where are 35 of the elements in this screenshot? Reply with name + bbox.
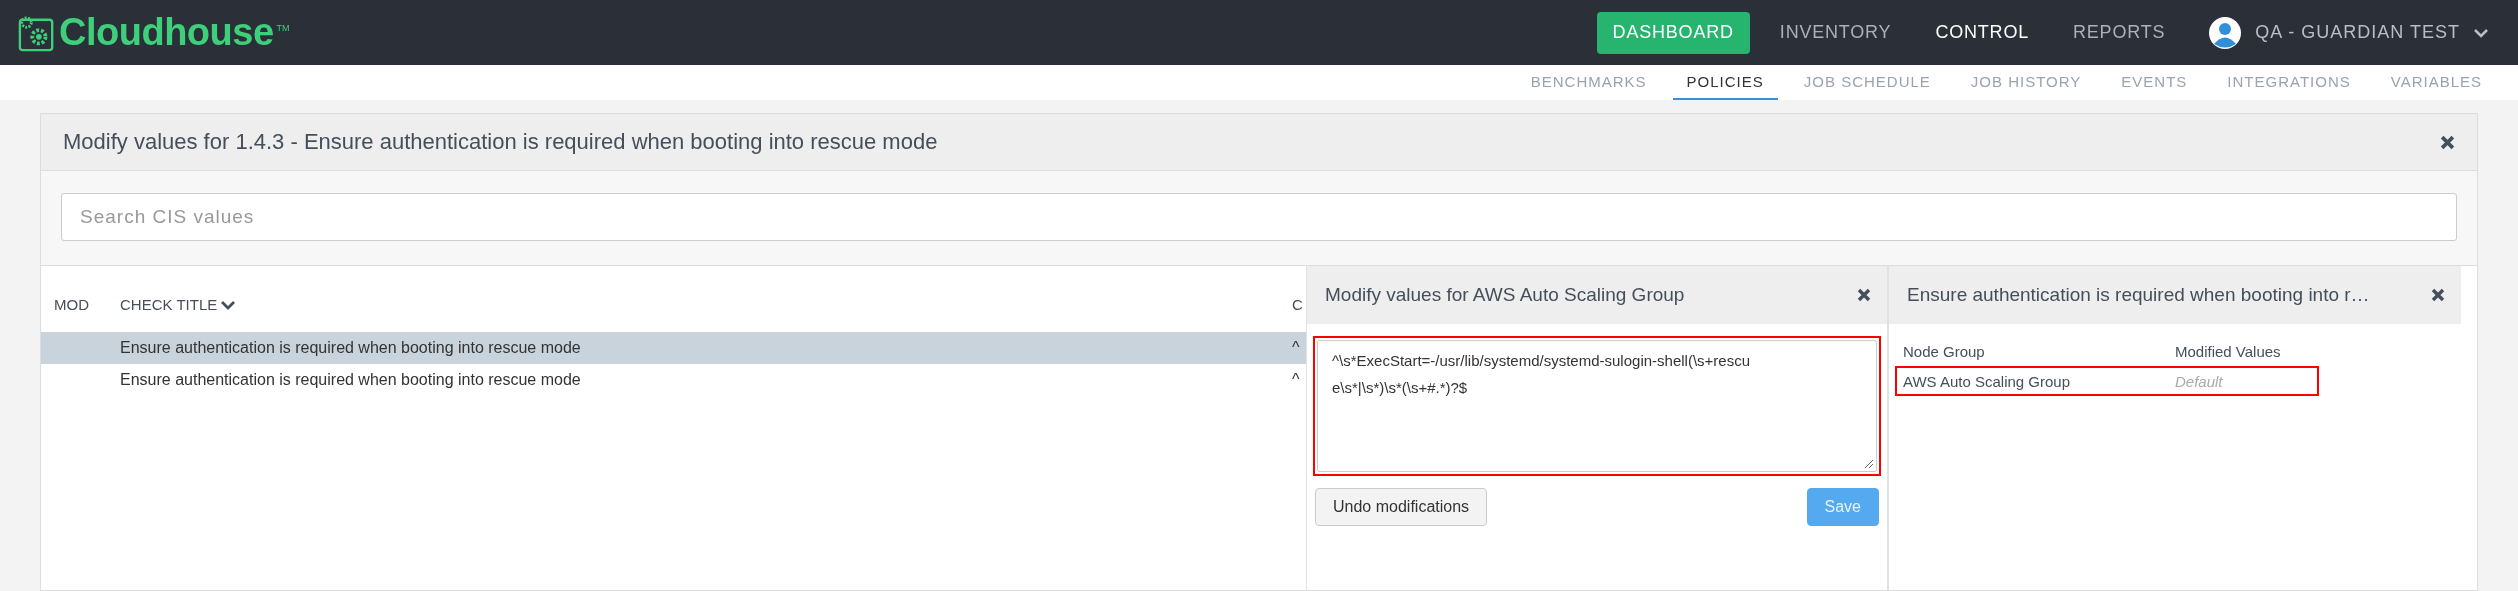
resize-grip-icon[interactable] (1864, 459, 1874, 469)
column-header: Modified Values (2175, 342, 2281, 360)
sub-tab[interactable]: POLICIES (1672, 65, 1778, 100)
undo-button[interactable]: Undo modifications (1315, 488, 1488, 526)
table-cell-text: AWS Auto Scaling Group (1903, 372, 2072, 390)
panel-title: Ensure authentication is required when booting into r… (1907, 284, 2370, 306)
close-icon[interactable] (1857, 288, 1871, 302)
column-header: Node Group (1903, 342, 1986, 360)
table-row[interactable]: Ensure authentication is required when booting into rescue mode ^ (41, 332, 1306, 364)
column-header[interactable]: CHECK TITLE (120, 296, 218, 313)
highlighted-row[interactable]: AWS Auto Scaling Group Default (1895, 366, 2319, 396)
column-header[interactable]: C (1292, 296, 1306, 313)
avatar-icon[interactable] (2209, 16, 2242, 49)
table-cell-text: Ensure authentication is required when booting into rescue mode (120, 371, 582, 389)
table-cell-text: Ensure authentication is required when booting into rescue mode (120, 339, 582, 357)
nav-link[interactable]: REPORTS (2073, 22, 2166, 43)
close-icon[interactable] (2431, 288, 2445, 302)
table-cell: Default (2175, 372, 2223, 390)
table-cell-text: ^ (1292, 339, 1301, 357)
panel-title: Modify values for AWS Auto Scaling Group (1325, 284, 1685, 306)
table-row[interactable]: Ensure authentication is required when booting into rescue mode ^ (41, 364, 1306, 396)
nav-link[interactable]: CONTROL (1935, 22, 2029, 43)
sort-chevron-icon[interactable] (221, 299, 236, 310)
nav-link[interactable]: INVENTORY (1779, 22, 1892, 43)
logo-text[interactable]: Cloudhouse (59, 11, 274, 54)
user-name[interactable]: QA - GUARDIAN TEST (2255, 22, 2460, 43)
modal-title: Modify values for 1.4.3 - Ensure authentication is required when booting into rescue mode (63, 129, 938, 155)
column-header[interactable]: MOD (41, 296, 120, 313)
search-field[interactable]: Search CIS values (61, 193, 2457, 241)
value-field[interactable]: ^\s*ExecStart=-/usr/lib/systemd/systemd-sulogin-shell(\s+rescue\s*|\s*)\s*(\s+#.*)?$ (1317, 340, 1877, 472)
close-icon[interactable] (2440, 134, 2455, 150)
table-cell-text: ^ (1292, 371, 1301, 389)
gear-logo-icon (18, 13, 56, 52)
trademark-mark: TM (276, 23, 290, 33)
chevron-down-icon[interactable] (2474, 27, 2488, 38)
